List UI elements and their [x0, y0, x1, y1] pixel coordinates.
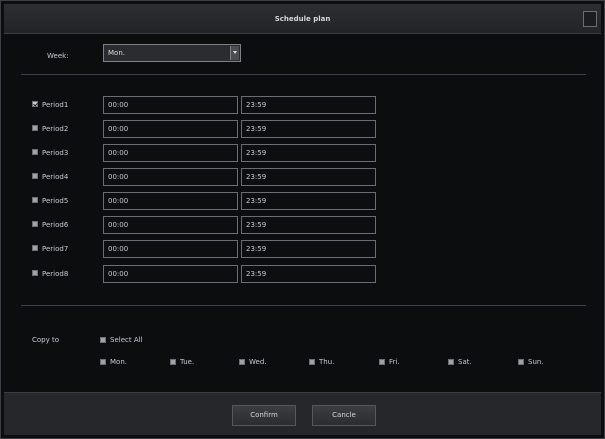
period-6-start-time[interactable]: 00:00 [103, 216, 238, 234]
period-7-checkbox[interactable] [32, 245, 38, 251]
period-7-label: Period7 [42, 245, 69, 253]
checkbox-box[interactable] [239, 359, 245, 365]
period-3-checkbox[interactable] [32, 149, 38, 155]
period-2-checkbox[interactable] [32, 125, 38, 131]
week-select-value: Mon. [108, 49, 125, 57]
period-1-label: Period1 [42, 101, 69, 109]
period-6-label: Period6 [42, 221, 69, 229]
checkbox-box[interactable] [100, 359, 106, 365]
period-2-end-time[interactable]: 23:59 [241, 120, 376, 138]
period-3-start-time[interactable]: 00:00 [103, 144, 238, 162]
period-2-label: Period2 [42, 125, 69, 133]
title-bar: Schedule plan [4, 4, 601, 34]
period-7-start-time[interactable]: 00:00 [103, 240, 238, 258]
period-row-2: Period2 00:00 23:59 [1, 120, 605, 138]
week-label: Week: [47, 52, 69, 60]
schedule-plan-dialog: Schedule plan Week: Mon. Period1 00:00 2… [0, 0, 605, 439]
checkbox-box[interactable] [309, 359, 315, 365]
period-4-end-time[interactable]: 23:59 [241, 168, 376, 186]
period-1-checkbox[interactable] [32, 101, 38, 107]
cancel-button[interactable]: Cancle [312, 405, 376, 426]
period-8-end-time[interactable]: 23:59 [241, 265, 376, 283]
period-5-start-time[interactable]: 00:00 [103, 192, 238, 210]
day-label: Wed. [249, 358, 267, 366]
period-3-end-time[interactable]: 23:59 [241, 144, 376, 162]
day-label: Tue. [180, 358, 195, 366]
period-row-7: Period7 00:00 23:59 [1, 240, 605, 258]
period-row-3: Period3 00:00 23:59 [1, 144, 605, 162]
period-row-8: Period8 00:00 23:59 [1, 265, 605, 283]
period-5-end-time[interactable]: 23:59 [241, 192, 376, 210]
period-row-5: Period5 00:00 23:59 [1, 192, 605, 210]
copy-to-label: Copy to [32, 336, 60, 344]
checkbox-box[interactable] [518, 359, 524, 365]
period-6-checkbox[interactable] [32, 221, 38, 227]
period-1-start-time[interactable]: 00:00 [103, 96, 238, 114]
period-4-checkbox[interactable] [32, 173, 38, 179]
period-5-checkbox[interactable] [32, 197, 38, 203]
dialog-footer: Confirm Cancle [4, 392, 601, 435]
day-label: Mon. [110, 358, 127, 366]
week-select[interactable]: Mon. [103, 44, 241, 62]
period-8-start-time[interactable]: 00:00 [103, 265, 238, 283]
checkbox-box[interactable] [100, 337, 106, 343]
checkbox-box[interactable] [170, 359, 176, 365]
period-row-4: Period4 00:00 23:59 [1, 168, 605, 186]
period-row-6: Period6 00:00 23:59 [1, 216, 605, 234]
day-label: Thu. [319, 358, 335, 366]
period-4-start-time[interactable]: 00:00 [103, 168, 238, 186]
day-label: Fri. [389, 358, 400, 366]
confirm-button[interactable]: Confirm [232, 405, 296, 426]
period-4-label: Period4 [42, 173, 69, 181]
period-8-checkbox[interactable] [32, 270, 38, 276]
day-label: Sun. [528, 358, 544, 366]
select-all-label: Select All [110, 336, 143, 344]
period-3-label: Period3 [42, 149, 69, 157]
checkbox-box[interactable] [448, 359, 454, 365]
day-label: Sat. [458, 358, 472, 366]
chevron-down-icon[interactable] [230, 46, 239, 60]
period-8-label: Period8 [42, 270, 69, 278]
divider [21, 74, 586, 75]
close-button[interactable] [583, 11, 597, 27]
checkbox-box[interactable] [379, 359, 385, 365]
period-6-end-time[interactable]: 23:59 [241, 216, 376, 234]
period-7-end-time[interactable]: 23:59 [241, 240, 376, 258]
period-1-end-time[interactable]: 23:59 [241, 96, 376, 114]
period-5-label: Period5 [42, 197, 69, 205]
dialog-title: Schedule plan [274, 15, 331, 23]
period-2-start-time[interactable]: 00:00 [103, 120, 238, 138]
period-row-1: Period1 00:00 23:59 [1, 96, 605, 114]
divider [21, 305, 586, 306]
